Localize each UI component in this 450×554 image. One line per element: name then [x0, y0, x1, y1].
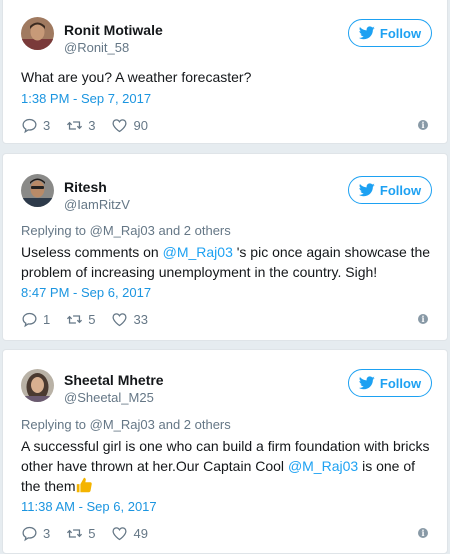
info-icon[interactable]: i	[418, 528, 428, 538]
author-name[interactable]: Ritesh	[64, 179, 107, 195]
follow-label: Follow	[379, 375, 422, 391]
avatar[interactable]	[21, 17, 54, 50]
avatar[interactable]	[21, 369, 54, 402]
tweet-timestamp[interactable]: 1:38 PM - Sep 7, 2017	[21, 91, 151, 106]
like-count: 90	[133, 117, 148, 133]
tweet-timestamp[interactable]: 8:47 PM - Sep 6, 2017	[21, 285, 151, 300]
info-icon[interactable]: i	[418, 120, 428, 130]
like-button[interactable]: 33	[111, 311, 148, 328]
reply-button[interactable]: 3	[21, 525, 50, 542]
reply-count: 1	[43, 311, 51, 327]
author-handle[interactable]: @Ronit_58	[64, 40, 129, 55]
twitter-bird-icon	[358, 376, 375, 390]
retweet-count: 5	[88, 311, 96, 327]
like-icon	[112, 312, 127, 326]
follow-label: Follow	[379, 25, 422, 41]
tweet-actions: 3 5 49	[21, 524, 164, 542]
reply-icon	[22, 526, 37, 541]
tweet-actions: 3 3 90	[21, 116, 164, 134]
like-count: 49	[133, 525, 148, 541]
reply-button[interactable]: 1	[21, 311, 50, 328]
tweet-timestamp[interactable]: 11:38 AM - Sep 6, 2017	[21, 499, 157, 514]
tweet-text: Useless comments on @M_Raj03 's pic once…	[21, 244, 431, 280]
author-name[interactable]: Sheetal Mhetre	[64, 372, 164, 388]
reply-count: 3	[43, 117, 51, 133]
twitter-bird-icon	[358, 26, 375, 40]
follow-button[interactable]: Follow	[348, 19, 432, 47]
reply-icon	[22, 312, 37, 327]
replying-to[interactable]: Replying to @M_Raj03 and 2 others	[21, 417, 231, 432]
tweet-text: What are you? A weather forecaster?	[21, 69, 252, 85]
author-name[interactable]: Ronit Motiwale	[64, 22, 163, 38]
retweet-icon	[67, 120, 83, 130]
like-icon	[112, 118, 127, 132]
retweet-count: 3	[88, 117, 96, 133]
tweet-card: Ritesh @IamRitzV Follow Replying to @M_R…	[2, 153, 448, 341]
replying-to[interactable]: Replying to @M_Raj03 and 2 others	[21, 223, 231, 238]
reply-count: 3	[43, 525, 51, 541]
mention-link[interactable]: @M_Raj03	[163, 244, 233, 260]
reply-icon	[22, 118, 37, 133]
tweet-actions: 1 5 33	[21, 310, 164, 328]
like-count: 33	[133, 311, 148, 327]
retweet-button[interactable]: 3	[66, 117, 95, 134]
tweet-card: Ronit Motiwale @Ronit_58 Follow What are…	[2, 0, 448, 144]
follow-label: Follow	[379, 182, 422, 198]
tweet-card: Sheetal Mhetre @Sheetal_M25 Follow Reply…	[2, 349, 448, 554]
tweet-text: A successful girl is one who can build a…	[21, 438, 430, 494]
retweet-button[interactable]: 5	[66, 525, 95, 542]
like-icon	[112, 526, 127, 540]
like-button[interactable]: 90	[111, 117, 148, 134]
like-button[interactable]: 49	[111, 525, 148, 542]
retweet-button[interactable]: 5	[66, 311, 95, 328]
retweet-count: 5	[88, 525, 96, 541]
thumbs-up-emoji-icon	[77, 477, 93, 493]
author-handle[interactable]: @Sheetal_M25	[64, 390, 154, 405]
reply-button[interactable]: 3	[21, 117, 50, 134]
follow-button[interactable]: Follow	[348, 369, 432, 397]
twitter-bird-icon	[358, 183, 375, 197]
avatar[interactable]	[21, 174, 54, 207]
retweet-icon	[67, 528, 83, 538]
info-icon[interactable]: i	[418, 314, 428, 324]
retweet-icon	[67, 314, 83, 324]
follow-button[interactable]: Follow	[348, 176, 432, 204]
mention-link[interactable]: @M_Raj03	[288, 458, 358, 474]
author-handle[interactable]: @IamRitzV	[64, 197, 130, 212]
